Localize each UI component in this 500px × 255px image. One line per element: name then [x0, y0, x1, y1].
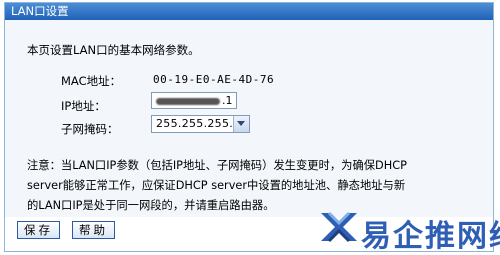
ip-suffix: .1 [222, 94, 233, 107]
intro-text: 本页设置LAN口的基本网络参数。 [27, 43, 200, 57]
subnet-mask-select[interactable]: 255.255.255.0 [151, 115, 250, 133]
ip-address-input[interactable]: .1 [151, 92, 237, 109]
mac-value: 00-19-E0-AE-4D-76 [153, 73, 275, 86]
watermark-text: 易企推网络 [361, 219, 500, 254]
watermark: 易企推网络 [315, 207, 500, 254]
ip-label: IP地址： [61, 99, 106, 113]
dropdown-arrow-icon[interactable] [233, 116, 249, 132]
ip-redacted-blur [156, 98, 220, 105]
notice-line-1: 注意：当LAN口IP参数（包括IP地址、子网掩码）发生变更时，为确保DHCP [27, 159, 407, 172]
settings-content: 本页设置LAN口的基本网络参数。 MAC地址： 00-19-E0-AE-4D-7… [5, 20, 493, 217]
subnet-mask-value: 255.255.255.0 [156, 117, 241, 130]
help-button[interactable]: 帮助 [72, 221, 115, 239]
panel-title: LAN口设置 [5, 3, 493, 20]
mac-label: MAC地址： [61, 74, 122, 88]
save-button[interactable]: 保存 [17, 221, 60, 239]
watermark-logo-icon [321, 211, 357, 243]
notice-line-2: server能够正常工作，应保证DHCP server中设置的地址池、静态地址与… [27, 179, 406, 192]
subnet-mask-label: 子网掩码： [61, 122, 119, 136]
